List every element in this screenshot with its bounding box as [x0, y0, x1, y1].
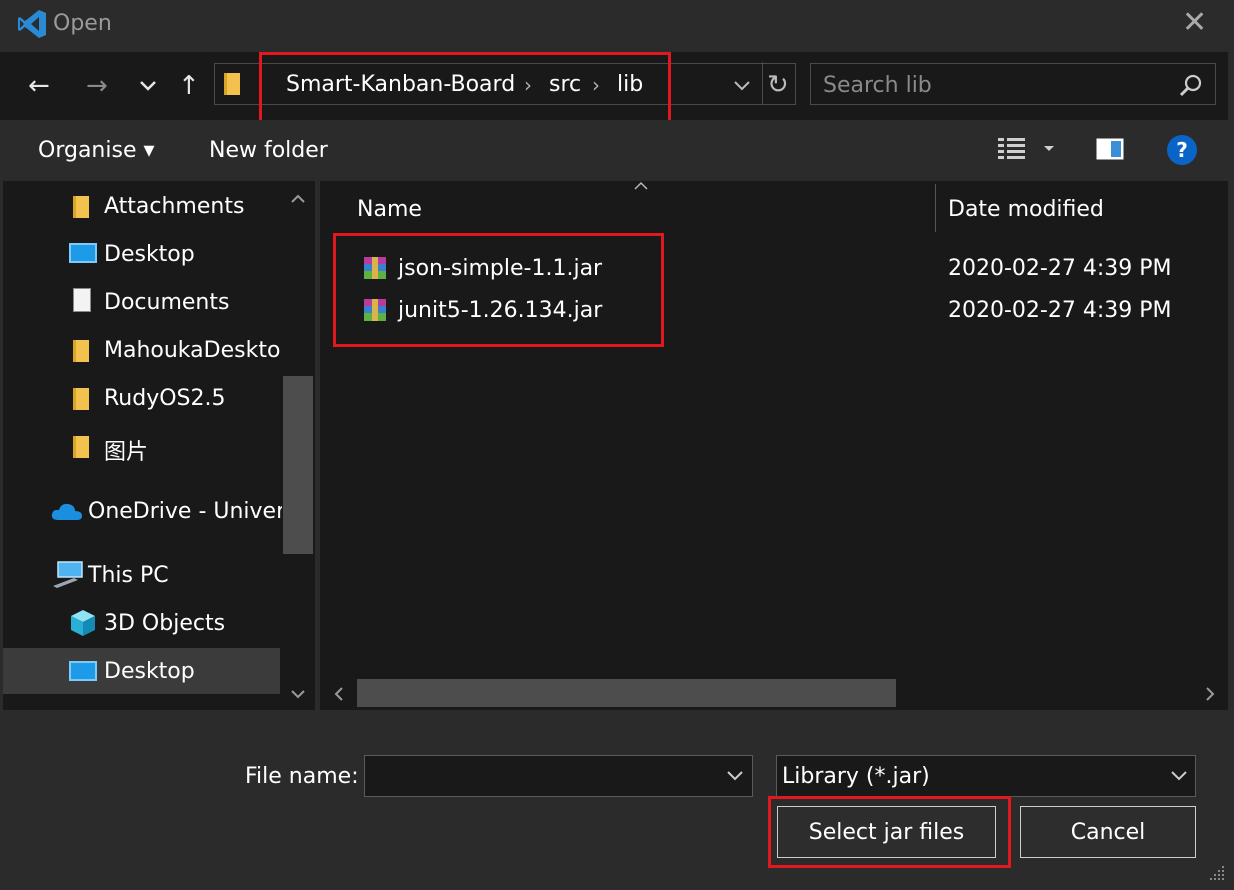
folder-icon [73, 196, 89, 218]
desktop-icon [69, 661, 97, 681]
window-title: Open [53, 11, 112, 36]
column-header-name[interactable]: Name [357, 197, 422, 222]
sidebar-item-this-pc[interactable]: This PC [88, 563, 169, 588]
sidebar-item-desktop-selected[interactable]: Desktop [104, 659, 195, 684]
file-type-value: Library (*.jar) [782, 764, 930, 789]
title-bar [0, 0, 1234, 52]
resize-grip-icon[interactable] [1208, 864, 1226, 882]
sidebar-item-pictures[interactable]: 图片 [104, 434, 148, 466]
computer-icon [53, 561, 83, 588]
help-icon[interactable]: ? [1167, 135, 1197, 165]
file-date: 2020-02-27 4:39 PM [948, 256, 1172, 281]
folder-icon [73, 436, 89, 458]
folder-icon [73, 340, 89, 362]
file-name-label: File name: [245, 764, 359, 789]
cube-icon [71, 610, 95, 636]
primary-button-highlight-box [768, 796, 1011, 868]
sidebar-item-attachments[interactable]: Attachments [104, 194, 244, 219]
file-type-dropdown-icon[interactable] [1170, 769, 1188, 781]
search-icon[interactable] [1178, 73, 1204, 99]
sidebar-item-mahoukadesktop[interactable]: MahoukaDesktop [104, 338, 282, 363]
cloud-icon [51, 503, 82, 520]
address-dropdown-icon[interactable] [732, 79, 752, 93]
sidebar-item-desktop[interactable]: Desktop [104, 242, 195, 267]
file-name-dropdown-icon[interactable] [726, 769, 744, 781]
organise-menu-button[interactable]: Organise ▾ [38, 138, 155, 163]
sort-ascending-icon [634, 181, 648, 190]
sidebar-item-3d-objects[interactable]: 3D Objects [104, 611, 225, 636]
search-placeholder: Search lib [823, 73, 932, 98]
folder-icon [224, 73, 240, 95]
file-name-input[interactable] [364, 755, 753, 797]
scroll-left-icon[interactable] [333, 686, 345, 702]
column-header-date-modified[interactable]: Date modified [948, 197, 1104, 222]
documents-icon [73, 288, 91, 312]
preview-pane-icon[interactable] [1096, 138, 1124, 160]
cancel-button[interactable]: Cancel [1020, 806, 1196, 858]
scroll-right-icon[interactable] [1204, 686, 1216, 702]
horizontal-scrollbar-thumb[interactable] [357, 679, 896, 707]
dialog-footer [0, 710, 1234, 890]
view-options-chevron-icon[interactable] [1043, 145, 1055, 153]
sidebar-item-documents[interactable]: Documents [104, 290, 229, 315]
scroll-up-icon[interactable] [290, 193, 306, 205]
desktop-icon [69, 243, 97, 263]
scroll-down-icon[interactable] [290, 688, 306, 700]
forward-arrow-icon[interactable]: → [86, 70, 108, 102]
folder-icon [73, 388, 89, 410]
sidebar-item-rudyos[interactable]: RudyOS2.5 [104, 386, 226, 411]
view-details-icon[interactable] [998, 136, 1028, 162]
vscode-logo-icon [18, 10, 46, 38]
back-arrow-icon[interactable]: ← [28, 70, 50, 102]
files-highlight-box [333, 233, 664, 347]
file-date: 2020-02-27 4:39 PM [948, 298, 1172, 323]
refresh-icon[interactable]: ↻ [767, 70, 789, 100]
recent-locations-chevron-icon[interactable] [138, 79, 158, 93]
sidebar-scrollbar-thumb[interactable] [283, 376, 313, 554]
new-folder-button[interactable]: New folder [209, 138, 328, 163]
breadcrumb-highlight-box [259, 52, 671, 125]
sidebar-item-onedrive[interactable]: OneDrive - Univer [88, 499, 282, 524]
close-icon[interactable]: ✕ [1182, 8, 1207, 38]
column-divider[interactable] [935, 184, 936, 232]
up-arrow-icon[interactable]: ↑ [178, 70, 200, 102]
